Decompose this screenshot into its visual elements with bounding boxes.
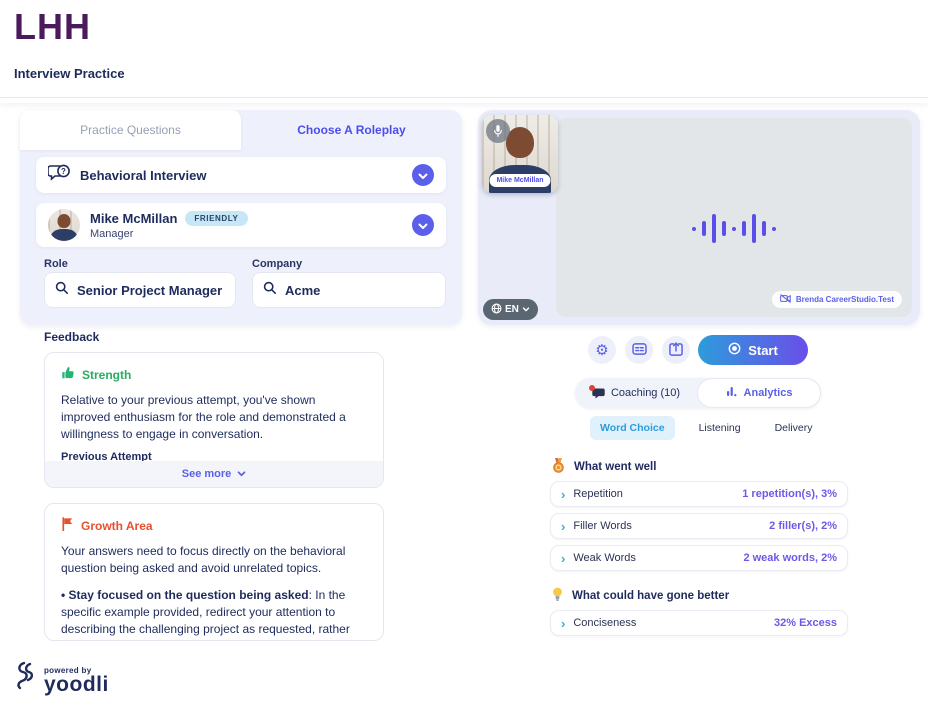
role-field-label: Role <box>44 258 68 270</box>
thumbs-up-icon <box>61 366 75 383</box>
metric-row-conciseness[interactable]: › Conciseness 32% Excess <box>550 610 848 636</box>
subtab-word-choice[interactable]: Word Choice <box>590 416 675 440</box>
header-divider <box>0 97 928 103</box>
metric-row-filler-words[interactable]: › Filler Words 2 filler(s), 2% <box>550 513 848 539</box>
svg-text:?: ? <box>61 167 66 176</box>
captions-button[interactable] <box>625 336 653 364</box>
participant-name-pill: Mike McMillan <box>489 174 550 187</box>
role-input[interactable] <box>77 283 225 298</box>
feedback-heading: Feedback <box>44 330 99 344</box>
search-icon <box>55 281 69 300</box>
medal-icon <box>552 458 565 476</box>
tab-choose-a-roleplay[interactable]: Choose A Roleplay <box>241 110 462 150</box>
audio-waveform-icon <box>692 214 776 243</box>
growth-area-card: Growth Area Your answers need to focus d… <box>44 503 384 641</box>
globe-icon <box>491 303 502 317</box>
scenario-expand-button[interactable] <box>412 164 434 186</box>
subtab-delivery[interactable]: Delivery <box>765 416 823 440</box>
coaching-analytics-toggle: Coaching (10) Analytics <box>575 378 821 408</box>
chevron-right-icon: › <box>561 552 565 565</box>
chevron-right-icon: › <box>561 617 565 630</box>
lightbulb-icon <box>552 587 563 605</box>
tab-coaching[interactable]: Coaching (10) <box>575 378 697 408</box>
gone-better-heading: What could have gone better <box>552 587 729 605</box>
page-title: Interview Practice <box>14 66 125 81</box>
search-icon <box>263 281 277 300</box>
camera-off-icon <box>780 294 791 305</box>
metric-row-weak-words[interactable]: › Weak Words 2 weak words, 2% <box>550 545 848 571</box>
flag-icon <box>61 517 74 534</box>
user-name-label: Brenda CareerStudio.Test <box>796 295 894 304</box>
company-input[interactable] <box>285 283 435 298</box>
tab-practice-questions[interactable]: Practice Questions <box>20 110 241 150</box>
metric-value: 2 filler(s), 2% <box>769 520 837 532</box>
participant-webcam: Mike McMillan <box>482 115 558 193</box>
chevron-down-icon <box>522 304 530 315</box>
persona-expand-button[interactable] <box>412 214 434 236</box>
start-button[interactable]: Start <box>698 335 808 365</box>
coaching-chat-icon <box>592 388 605 399</box>
video-stage-panel: Brenda CareerStudio.Test Mike McMillan E… <box>478 110 920 325</box>
persona-role: Manager <box>90 228 248 240</box>
metric-value: 1 repetition(s), 3% <box>742 488 837 500</box>
video-area: Brenda CareerStudio.Test <box>556 118 912 317</box>
tab-analytics[interactable]: Analytics <box>697 378 821 408</box>
persona-avatar <box>48 209 80 241</box>
subtab-listening[interactable]: Listening <box>689 416 751 440</box>
company-search-field <box>252 272 446 308</box>
strength-body: Relative to your previous attempt, you'v… <box>61 392 367 443</box>
chevron-down-icon <box>237 468 246 480</box>
share-icon <box>669 342 683 359</box>
persona-card[interactable]: Mike McMillan FRIENDLY Manager <box>36 203 446 247</box>
yoodli-brand: yoodli <box>44 675 109 695</box>
persona-friendly-badge: FRIENDLY <box>185 211 247 226</box>
user-name-pill: Brenda CareerStudio.Test <box>772 291 902 308</box>
lhh-logo: LHH <box>14 6 91 48</box>
metric-value: 2 weak words, 2% <box>743 552 837 564</box>
chevron-down-icon <box>418 168 428 183</box>
chat-question-icon: ? <box>48 164 70 187</box>
captions-icon <box>632 343 647 358</box>
language-selector[interactable]: EN <box>483 299 538 320</box>
growth-body: Your answers need to focus directly on t… <box>61 543 367 577</box>
yoodli-logo-icon <box>14 660 38 695</box>
company-field-label: Company <box>252 258 302 270</box>
chevron-right-icon: › <box>561 520 565 533</box>
chevron-right-icon: › <box>561 488 565 501</box>
share-button[interactable] <box>662 336 690 364</box>
scenario-card[interactable]: ? Behavioral Interview <box>36 157 446 193</box>
record-icon <box>728 342 741 358</box>
strength-card: Strength Relative to your previous attem… <box>44 352 384 488</box>
gear-icon: ⚙ <box>595 341 608 359</box>
interview-practice-app: LHH Interview Practice Practice Question… <box>0 0 928 706</box>
persona-name: Mike McMillan <box>90 211 177 226</box>
see-more-button[interactable]: See more <box>45 461 383 487</box>
chevron-down-icon <box>418 218 428 233</box>
scenario-label: Behavioral Interview <box>80 168 206 183</box>
mic-icon[interactable] <box>486 119 510 143</box>
roleplay-setup-panel: Practice Questions Choose A Roleplay ? B… <box>20 110 462 325</box>
yoodli-footer-logo: powered by yoodli <box>14 660 109 695</box>
metric-row-repetition[interactable]: › Repetition 1 repetition(s), 3% <box>550 481 848 507</box>
analytics-bars-icon <box>726 386 738 400</box>
role-search-field <box>44 272 236 308</box>
growth-title: Growth Area <box>81 519 153 533</box>
analytics-subtabs: Word Choice Listening Delivery <box>590 416 823 440</box>
went-well-heading: What went well <box>552 458 656 476</box>
strength-title: Strength <box>82 368 131 382</box>
settings-button[interactable]: ⚙ <box>588 336 616 364</box>
setup-tab-bar: Practice Questions Choose A Roleplay <box>20 110 462 150</box>
notification-dot <box>589 385 595 391</box>
metric-value: 32% Excess <box>774 617 837 629</box>
growth-bullet: • Stay focused on the question being ask… <box>61 587 367 641</box>
language-code: EN <box>505 304 519 315</box>
